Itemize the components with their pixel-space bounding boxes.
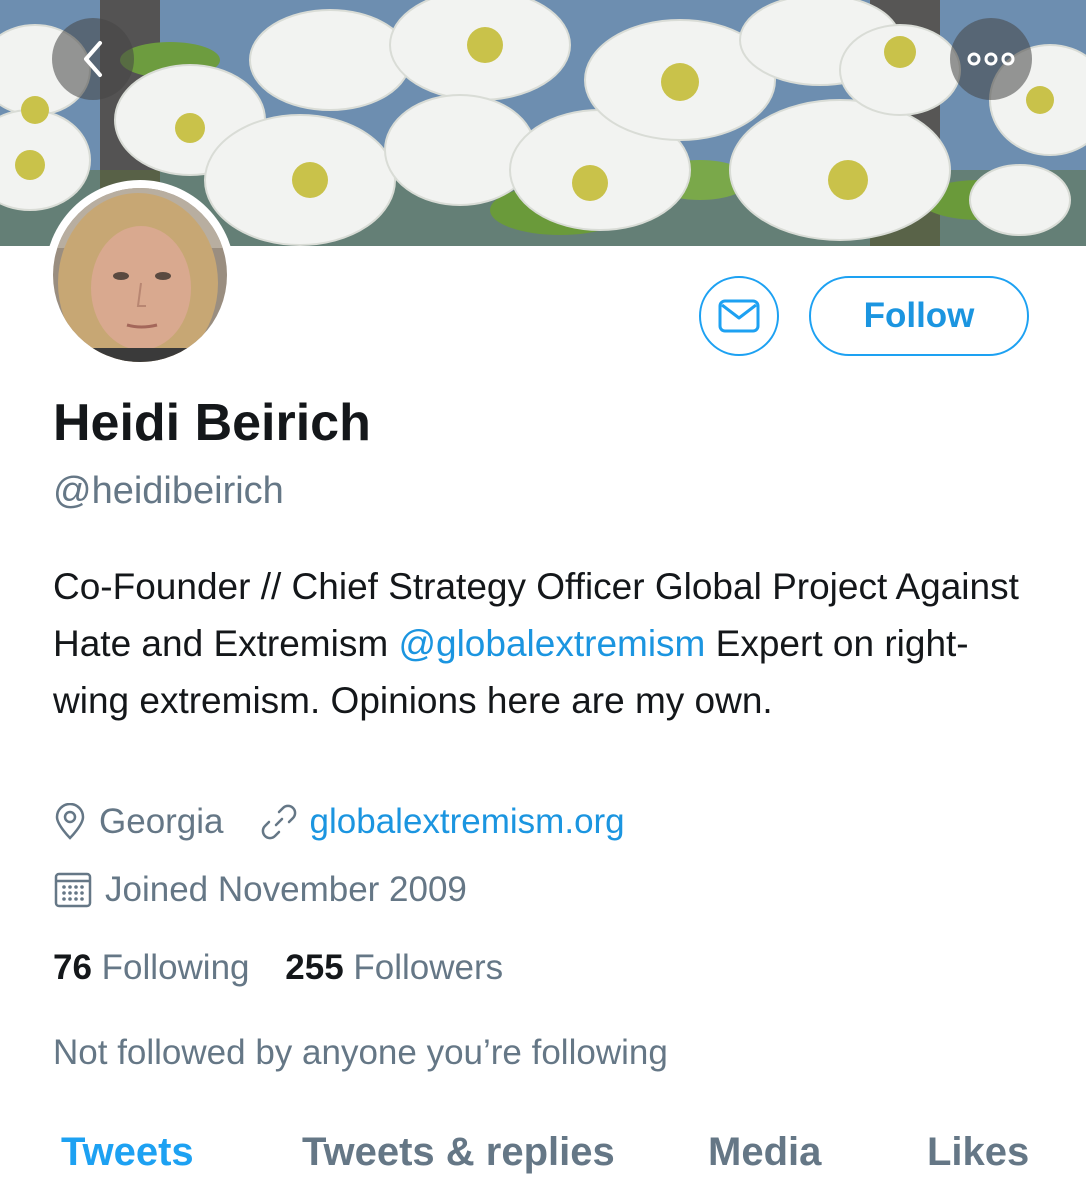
tab-tweets-and-replies[interactable]: Tweets & replies xyxy=(302,1130,615,1175)
mutual-followers-note: Not followed by anyone you’re following xyxy=(53,1033,668,1072)
following-stat[interactable]: 76 Following xyxy=(53,948,250,987)
chevron-left-icon xyxy=(76,39,110,79)
followers-label: Followers xyxy=(353,948,504,987)
location-pin-icon xyxy=(53,803,87,841)
profile-tabs: Tweets Tweets & replies Media Likes xyxy=(0,1130,1086,1190)
profile-meta-joined: Joined November 2009 xyxy=(53,870,467,910)
profile-meta-location-website: Georgia globalextremism.org xyxy=(53,802,625,842)
ellipsis-icon xyxy=(966,51,1016,67)
follow-button-label: Follow xyxy=(863,296,975,335)
envelope-icon xyxy=(718,299,760,333)
back-button[interactable] xyxy=(52,18,134,100)
tab-media[interactable]: Media xyxy=(708,1130,821,1175)
message-button[interactable] xyxy=(699,276,779,356)
avatar-image xyxy=(53,188,227,362)
following-count: 76 xyxy=(53,948,92,987)
profile-location: Georgia xyxy=(99,802,224,841)
calendar-icon xyxy=(53,871,93,909)
tab-likes[interactable]: Likes xyxy=(927,1130,1029,1175)
profile-stats: 76 Following 255 Followers xyxy=(53,948,503,988)
tab-tweets[interactable]: Tweets xyxy=(61,1130,194,1175)
profile-website-link[interactable]: globalextremism.org xyxy=(310,802,625,842)
followers-count: 255 xyxy=(285,948,344,987)
avatar[interactable] xyxy=(45,180,235,370)
followers-stat[interactable]: 255 Followers xyxy=(285,948,503,987)
following-label: Following xyxy=(101,948,250,987)
profile-handle: @heidibeirich xyxy=(53,470,284,512)
profile-name: Heidi Beirich xyxy=(53,394,371,452)
more-options-button[interactable] xyxy=(950,18,1032,100)
profile-bio: Co-Founder // Chief Strategy Officer Glo… xyxy=(53,558,1043,729)
follow-button[interactable]: Follow xyxy=(809,276,1029,356)
link-icon xyxy=(260,803,298,841)
profile-joined-date: Joined November 2009 xyxy=(105,870,467,909)
bio-mention-link[interactable]: @globalextremism xyxy=(398,623,705,664)
